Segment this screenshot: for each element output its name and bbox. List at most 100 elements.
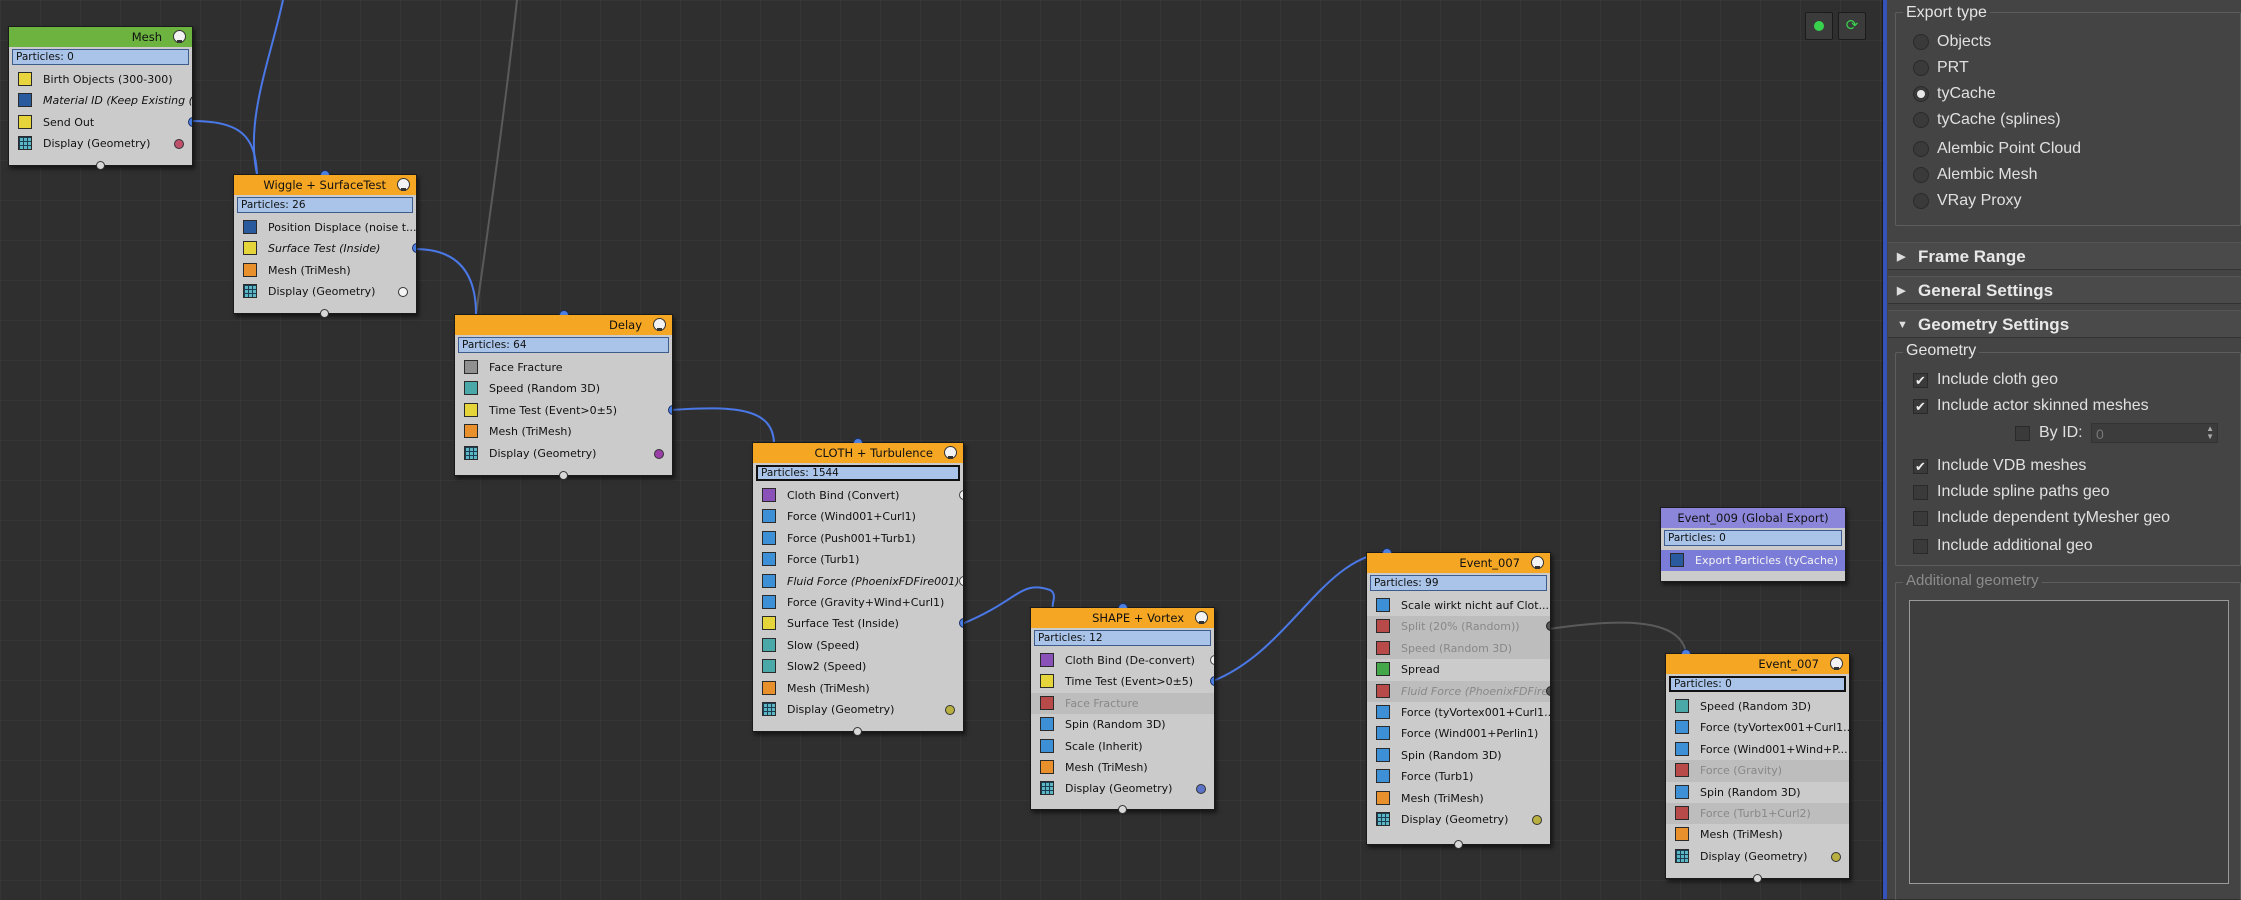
node-event-007[interactable]: Event_007 Particles: 99 Scale wirkt nich… xyxy=(1366,548,1551,849)
bulb-icon[interactable] xyxy=(1531,556,1544,569)
radio-alembic-point-cloud[interactable]: Alembic Point Cloud xyxy=(1913,137,2081,161)
checkbox-include-vdb-meshes[interactable]: ✔ Include VDB meshes xyxy=(1913,454,2086,478)
operator-mesh[interactable]: Mesh (TriMesh) xyxy=(455,421,672,442)
node-event-009-global-export[interactable]: Event_009 (Global Export) Particles: 0 E… xyxy=(1660,507,1846,582)
status-indicator-button[interactable] xyxy=(1805,12,1833,40)
operator-force[interactable]: Force (tyVortex001+Curl1... xyxy=(1367,702,1550,723)
operator-display[interactable]: Display (Geometry) xyxy=(234,281,416,302)
color-dot[interactable] xyxy=(1196,784,1206,795)
node-delay[interactable]: Delay Particles: 64 Face Fracture Speed … xyxy=(454,310,673,480)
operator-spin[interactable]: Spin (Random 3D) xyxy=(1666,782,1849,803)
operator-mesh[interactable]: Mesh (TriMesh) xyxy=(1367,788,1550,809)
node-header[interactable]: Wiggle + SurfaceTest xyxy=(234,175,416,195)
operator-material-id[interactable]: Material ID (Keep Existing (B... xyxy=(9,90,192,111)
operator-force[interactable]: Force (Wind001+Wind+P... xyxy=(1666,739,1849,760)
color-dot[interactable] xyxy=(1831,851,1841,862)
node-cloth-turbulence[interactable]: CLOTH + Turbulence Particles: 1544 Cloth… xyxy=(752,438,964,736)
rollout-frame-range[interactable]: ▶ Frame Range xyxy=(1888,242,2241,270)
checkbox-include-dependent-tymesher-geo[interactable]: Include dependent tyMesher geo xyxy=(1913,506,2170,530)
radio-prt[interactable]: PRT xyxy=(1913,56,1969,80)
bulb-icon[interactable] xyxy=(944,446,957,459)
radio-objects[interactable]: Objects xyxy=(1913,30,1991,54)
checkbox-include-additional-geo[interactable]: Include additional geo xyxy=(1913,534,2093,558)
operator-spread[interactable]: Spread xyxy=(1367,659,1550,680)
operator-mesh[interactable]: Mesh (TriMesh) xyxy=(753,678,963,699)
refresh-button[interactable]: ⟳ xyxy=(1838,12,1866,40)
operator-scale[interactable]: Scale wirkt nicht auf Clot... xyxy=(1367,595,1550,616)
checkbox-include-cloth-geo[interactable]: ✔ Include cloth geo xyxy=(1913,368,2058,392)
node-header[interactable]: CLOTH + Turbulence xyxy=(753,443,963,463)
operator-face-fracture[interactable]: Face Fracture xyxy=(455,357,672,378)
rollout-geometry-settings[interactable]: ▼ Geometry Settings xyxy=(1888,310,2241,338)
color-dot[interactable] xyxy=(174,139,184,150)
operator-display[interactable]: Display (Geometry) xyxy=(9,133,192,154)
checkbox-by-id[interactable]: By ID: xyxy=(2015,421,2083,445)
output-port[interactable] xyxy=(1210,655,1214,665)
spinner-arrows-icon[interactable]: ▲ ▼ xyxy=(2206,425,2214,441)
operator-speed[interactable]: Speed (Random 3D) xyxy=(1666,696,1849,717)
node-header[interactable]: Event_009 (Global Export) xyxy=(1661,508,1845,528)
operator-slow[interactable]: Slow2 (Speed) xyxy=(753,656,963,677)
output-port[interactable] xyxy=(1210,676,1214,687)
operator-surface-test[interactable]: Surface Test (Inside) xyxy=(234,238,416,259)
operator-surface-test[interactable]: Surface Test (Inside) xyxy=(753,613,963,634)
node-header[interactable]: Event_007 xyxy=(1666,654,1849,674)
operator-force[interactable]: Force (Turb1+Curl2) xyxy=(1666,802,1849,825)
operator-force[interactable]: Force (Push001+Turb1) xyxy=(753,528,963,549)
operator-force[interactable]: Force (Wind001+Perlin1) xyxy=(1367,723,1550,744)
operator-birth-objects[interactable]: Birth Objects (300-300) xyxy=(9,69,192,90)
checkbox-include-actor-skinned-meshes[interactable]: ✔ Include actor skinned meshes xyxy=(1913,394,2149,418)
operator-cloth-bind[interactable]: Cloth Bind (Convert) xyxy=(753,485,963,506)
output-port[interactable] xyxy=(959,490,963,500)
node-output-port[interactable] xyxy=(558,471,568,480)
node-header[interactable]: Event_007 xyxy=(1367,553,1550,573)
node-header[interactable]: SHAPE + Vortex xyxy=(1031,608,1214,628)
operator-export-particles[interactable]: Export Particles (tyCache) xyxy=(1661,550,1845,572)
operator-mesh[interactable]: Mesh (TriMesh) xyxy=(234,260,416,281)
operator-force[interactable]: Force (Wind001+Curl1) xyxy=(753,506,963,527)
output-port[interactable] xyxy=(959,575,963,586)
color-dot[interactable] xyxy=(1532,814,1542,825)
color-dot[interactable] xyxy=(398,287,408,298)
node-output-port[interactable] xyxy=(320,309,329,318)
operator-face-fracture[interactable]: Face Fracture xyxy=(1031,692,1214,715)
color-dot[interactable] xyxy=(654,448,664,459)
operator-speed[interactable]: Speed (Random 3D) xyxy=(455,378,672,399)
output-port[interactable] xyxy=(1546,621,1550,632)
checkbox-include-spline-paths-geo[interactable]: Include spline paths geo xyxy=(1913,480,2110,504)
radio-tycache-splines[interactable]: tyCache (splines) xyxy=(1913,108,2061,132)
operator-cloth-bind[interactable]: Cloth Bind (De-convert) xyxy=(1031,650,1214,671)
node-mesh-header[interactable]: Mesh xyxy=(9,27,192,47)
operator-display[interactable]: Display (Geometry) xyxy=(1666,846,1849,867)
node-output-port[interactable] xyxy=(853,727,862,736)
operator-position-displace[interactable]: Position Displace (noise t... xyxy=(234,217,416,238)
operator-spin[interactable]: Spin (Random 3D) xyxy=(1031,714,1214,735)
bulb-icon[interactable] xyxy=(173,30,186,43)
rollout-general-settings[interactable]: ▶ General Settings xyxy=(1888,276,2241,304)
output-port[interactable] xyxy=(1546,685,1550,696)
operator-fluid-force[interactable]: Fluid Force (PhoenixFDFire0... xyxy=(1367,680,1550,702)
node-output-port[interactable] xyxy=(1117,805,1127,814)
operator-send-out[interactable]: Send Out xyxy=(9,112,192,133)
node-wiggle-surfacetest[interactable]: Wiggle + SurfaceTest Particles: 26 Posit… xyxy=(233,170,417,318)
output-port[interactable] xyxy=(959,618,963,629)
operator-force[interactable]: Force (Gravity) xyxy=(1666,760,1849,782)
by-id-spinner[interactable]: 0 ▲ ▼ xyxy=(2091,423,2218,443)
operator-force[interactable]: Force (tyVortex001+Curl1... xyxy=(1666,717,1849,738)
operator-split[interactable]: Split (20% (Random)) xyxy=(1367,616,1550,638)
operator-fluid-force[interactable]: Fluid Force (PhoenixFDFire001) xyxy=(753,571,963,592)
bulb-icon[interactable] xyxy=(653,318,666,331)
bulb-icon[interactable] xyxy=(1195,611,1208,624)
node-mesh[interactable]: Mesh Particles: 0 Birth Objects (300-300… xyxy=(8,26,193,170)
radio-alembic-mesh[interactable]: Alembic Mesh xyxy=(1913,163,2037,187)
additional-geometry-list[interactable] xyxy=(1909,600,2229,884)
operator-display[interactable]: Display (Geometry) xyxy=(1367,809,1550,830)
node-output-port[interactable] xyxy=(95,161,105,170)
operator-slow[interactable]: Slow (Speed) xyxy=(753,635,963,656)
operator-display[interactable]: Display (Geometry) xyxy=(455,443,672,464)
operator-time-test[interactable]: Time Test (Event>0±5) xyxy=(1031,671,1214,692)
operator-spin[interactable]: Spin (Random 3D) xyxy=(1367,745,1550,766)
radio-vray-proxy[interactable]: VRay Proxy xyxy=(1913,189,2021,213)
operator-mesh[interactable]: Mesh (TriMesh) xyxy=(1666,824,1849,845)
operator-speed[interactable]: Speed (Random 3D) xyxy=(1367,637,1550,660)
